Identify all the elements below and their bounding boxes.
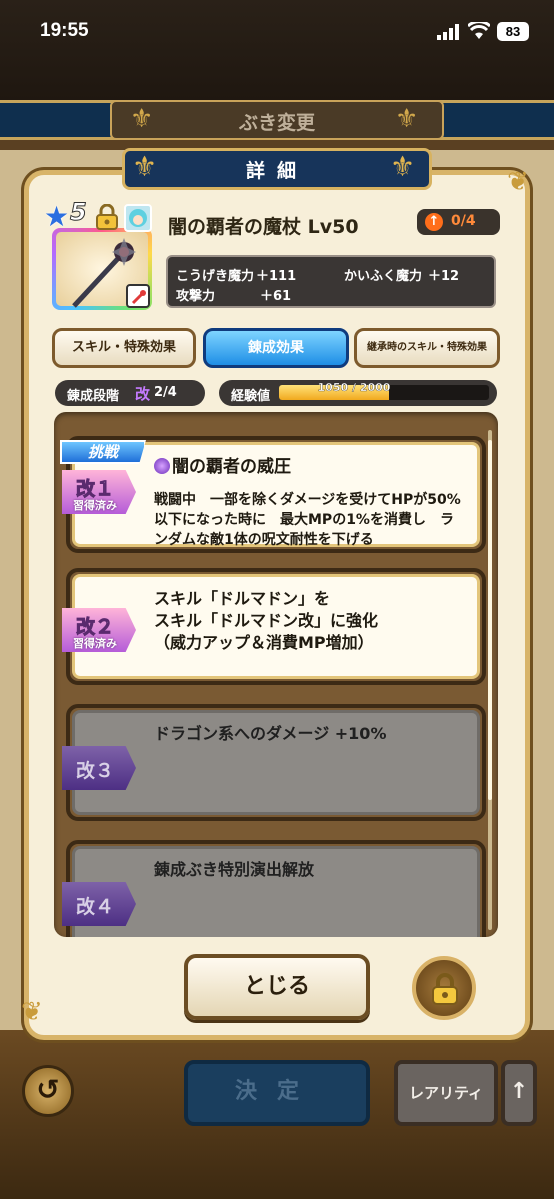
screen-title: ぶき変更: [238, 112, 315, 134]
upgrade-value: 0/4: [451, 213, 476, 229]
exp-text: 1050 / 2000: [317, 381, 391, 394]
list-scrollbar-thumb[interactable]: [488, 440, 492, 800]
effect-desc-line: （威力アップ＆消費MP増加）: [154, 633, 374, 652]
lock-button[interactable]: [412, 956, 476, 1020]
kai-level-badge: 改１ 習得済み: [62, 470, 136, 514]
star-icon: ★: [44, 200, 70, 233]
wand-type-icon: [126, 284, 150, 308]
weapon-name: 闇の覇者の魔杖 Lv50: [168, 216, 359, 238]
effect-desc-line: ンダムな敵1体の呪文耐性を下げる: [154, 532, 374, 548]
effect-desc-line: スキル「ドルマドン改」に強化: [154, 611, 379, 630]
back-arrow-icon: ↺: [36, 1073, 60, 1106]
exp-label: 経験値: [231, 389, 271, 404]
upgrade-counter: ↑ 0/4: [417, 209, 500, 235]
experience: 経験値 1050 / 2000: [219, 380, 497, 406]
sort-order-button[interactable]: ↑: [501, 1060, 537, 1126]
tab-inherit-skills[interactable]: 継承時のスキル・特殊効果: [354, 328, 500, 368]
stat-label: こうげき魔力: [176, 269, 255, 284]
stats-box: こうげき魔力 ＋111 かいふく魔力 ＋12 攻撃力 ＋61: [166, 255, 496, 308]
list-item[interactable]: 錬成ぶき特別演出解放: [66, 840, 486, 937]
effect-desc-line: 以下になった時に 最大MPの1%を消費し ラ: [154, 512, 454, 528]
wifi-icon: [468, 22, 490, 39]
kai-level-badge: 改３: [62, 746, 136, 790]
stage-value: 2/4: [154, 385, 177, 400]
stat-value: ＋12: [428, 269, 460, 284]
rarity-sort-button[interactable]: レアリティ: [394, 1060, 498, 1126]
decide-button[interactable]: 決定: [184, 1060, 370, 1126]
refine-stage: 錬成段階 改 2/4: [55, 380, 205, 406]
spell-orb-icon: [154, 458, 170, 474]
tab-refine-effects[interactable]: 錬成効果: [203, 328, 349, 368]
upgrade-arrow-icon: ↑: [425, 213, 443, 231]
effect-title: 闇の覇者の威圧: [154, 452, 291, 477]
character-avatar: [124, 204, 152, 232]
clock: 19:55: [40, 20, 89, 41]
corner-ornament-icon: ❦: [21, 997, 43, 1027]
tab-skills[interactable]: スキル・特殊効果: [52, 328, 196, 368]
challenge-badge: 挑戦: [60, 440, 146, 464]
refine-effects-list[interactable]: 闇の覇者の威圧 戦闘中 一部を除くダメージを受けてHPが50% 以下になった時に…: [54, 412, 498, 937]
effect-desc-line: スキル「ドルマドン」を: [154, 589, 331, 608]
kai-level-badge: 改４: [62, 882, 136, 926]
close-button[interactable]: とじる: [184, 954, 370, 1020]
effect-desc-line: 戦闘中 一部を除くダメージを受けてHPが50%: [154, 492, 461, 508]
effect-desc-line: ドラゴン系へのダメージ +10%: [154, 724, 387, 743]
back-button[interactable]: ↺: [22, 1065, 74, 1117]
kai-level-badge: 改２ 習得済み: [62, 608, 136, 652]
stat-value: ＋111: [256, 269, 297, 284]
stage-kai: 改: [135, 385, 151, 403]
cellular-signal-icon: [437, 24, 459, 40]
modal-title: 詳細: [245, 160, 308, 182]
effect-desc-line: 錬成ぶき特別演出解放: [154, 860, 315, 879]
corner-ornament-icon: ❦: [507, 167, 529, 197]
stat-label: 攻撃力: [176, 289, 216, 304]
battery-indicator: 83: [497, 22, 529, 41]
stage-label: 錬成段階: [67, 389, 120, 404]
lock-icon: [432, 973, 458, 1005]
lock-icon: [96, 204, 118, 230]
status-bar: 19:55 83: [0, 0, 554, 100]
stat-value: ＋61: [260, 289, 292, 304]
stat-label: かいふく魔力: [344, 269, 423, 284]
rarity-stars: 5: [70, 198, 88, 227]
